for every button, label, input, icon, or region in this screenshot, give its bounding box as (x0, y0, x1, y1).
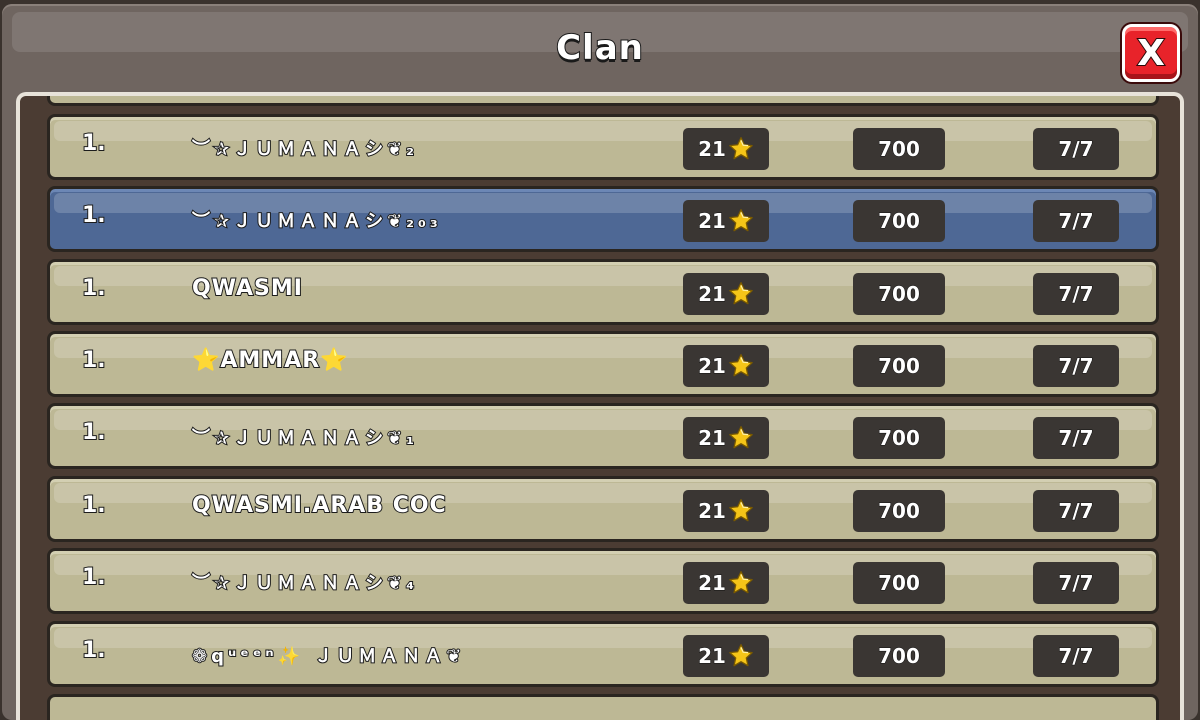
stars-value: 21 (698, 644, 727, 669)
trophies-pill: 700 (853, 562, 945, 604)
trophies-pill: 700 (853, 128, 945, 170)
member-row[interactable]: 1. ❁qᵘᵉᵉⁿ✨ ＪＵＭＡＮＡ❦ 21 700 7/7 (47, 621, 1159, 687)
close-icon: X (1136, 32, 1166, 75)
member-rank: 1. (81, 419, 107, 446)
trophies-value: 700 (878, 571, 921, 596)
stars-pill: 21 (683, 635, 769, 677)
member-name: ❁qᵘᵉᵉⁿ✨ ＪＵＭＡＮＡ❦ (191, 645, 466, 668)
trophies-pill: 700 (853, 635, 945, 677)
trophies-value: 700 (878, 354, 921, 379)
attacks-value: 7/7 (1058, 571, 1094, 596)
stars-value: 21 (698, 571, 727, 596)
star-icon (729, 570, 753, 594)
member-name: ︶✰ＪＵＭＡＮＡシ❦₄ (191, 572, 419, 595)
stars-pill: 21 (683, 562, 769, 604)
trophies-value: 700 (878, 426, 921, 451)
attacks-pill: 7/7 (1033, 345, 1119, 387)
member-rank: 1. (81, 637, 107, 664)
window-title: Clan (555, 27, 644, 69)
star-icon (729, 281, 753, 305)
attacks-value: 7/7 (1058, 499, 1094, 524)
stars-pill: 21 (683, 128, 769, 170)
member-row[interactable]: 1. ︶✰ＪＵＭＡＮＡシ❦₄ 21 700 7/7 (47, 548, 1159, 614)
member-rank: 1. (81, 347, 107, 374)
stars-pill: 21 (683, 490, 769, 532)
star-icon (729, 425, 753, 449)
star-icon (729, 353, 753, 377)
trophies-pill: 700 (853, 345, 945, 387)
stars-value: 21 (698, 137, 727, 162)
star-icon (729, 643, 753, 667)
attacks-value: 7/7 (1058, 354, 1094, 379)
member-row[interactable]: 1. ︶✰ＪＵＭＡＮＡシ❦₁ 21 700 7/7 (47, 403, 1159, 469)
star-icon (729, 498, 753, 522)
attacks-value: 7/7 (1058, 209, 1094, 234)
trophies-value: 700 (878, 209, 921, 234)
stars-pill: 21 (683, 200, 769, 242)
member-list[interactable]: 1. ︶✰ＪＵＭＡＮＡシ❦₂ 21 700 7/7 1. ︶✰ＪＵＭＡＮＡシ❦₂₀₃ 21 70… (20, 96, 1180, 720)
member-list-panel[interactable]: 1. ︶✰ＪＵＭＡＮＡシ❦₂ 21 700 7/7 1. ︶✰ＪＵＭＡＮＡシ❦₂₀₃ 21 70… (16, 92, 1184, 720)
member-rank: 1. (81, 130, 107, 157)
attacks-pill: 7/7 (1033, 128, 1119, 170)
member-rank: 1. (81, 275, 107, 302)
attacks-pill: 7/7 (1033, 490, 1119, 532)
member-rank: 1. (81, 492, 107, 519)
star-icon (729, 136, 753, 160)
trophies-pill: 700 (853, 200, 945, 242)
member-row[interactable]: 1. QWASMI 21 700 7/7 (47, 259, 1159, 325)
member-name: QWASMI.ARAB COC (191, 492, 447, 519)
member-name: ⭐AMMAR⭐ (191, 347, 349, 374)
stars-value: 21 (698, 282, 727, 307)
member-name: QWASMI (191, 275, 303, 302)
member-row[interactable]: 1. QWASMI.ARAB COC 21 700 7/7 (47, 476, 1159, 542)
attacks-value: 7/7 (1058, 282, 1094, 307)
attacks-pill: 7/7 (1033, 417, 1119, 459)
member-row[interactable]: 1. ⭐AMMAR⭐ 21 700 7/7 (47, 331, 1159, 397)
trophies-pill: 700 (853, 417, 945, 459)
member-name: ︶✰ＪＵＭＡＮＡシ❦₁ (191, 427, 419, 450)
star-icon (729, 208, 753, 232)
stars-pill: 21 (683, 273, 769, 315)
member-row[interactable]: 1. ︶✰ＪＵＭＡＮＡシ❦₂₀₃ 21 700 7/7 (47, 186, 1159, 252)
attacks-pill: 7/7 (1033, 562, 1119, 604)
attacks-pill: 7/7 (1033, 200, 1119, 242)
trophies-pill: 700 (853, 273, 945, 315)
stars-value: 21 (698, 354, 727, 379)
attacks-value: 7/7 (1058, 644, 1094, 669)
trophies-pill: 700 (853, 490, 945, 532)
stars-value: 21 (698, 426, 727, 451)
close-button[interactable]: X (1122, 24, 1180, 82)
list-row-partial-bottom (47, 694, 1159, 720)
member-name: ︶✰ＪＵＭＡＮＡシ❦₂ (191, 138, 419, 161)
stars-pill: 21 (683, 345, 769, 387)
stars-pill: 21 (683, 417, 769, 459)
attacks-value: 7/7 (1058, 137, 1094, 162)
member-rank: 1. (81, 202, 107, 229)
member-rank: 1. (81, 564, 107, 591)
member-name: ︶✰ＪＵＭＡＮＡシ❦₂₀₃ (191, 210, 442, 233)
trophies-value: 700 (878, 499, 921, 524)
attacks-value: 7/7 (1058, 426, 1094, 451)
trophies-value: 700 (878, 137, 921, 162)
attacks-pill: 7/7 (1033, 635, 1119, 677)
member-row[interactable]: 1. ︶✰ＪＵＭＡＮＡシ❦₂ 21 700 7/7 (47, 114, 1159, 180)
trophies-value: 700 (878, 282, 921, 307)
trophies-value: 700 (878, 644, 921, 669)
stars-value: 21 (698, 499, 727, 524)
list-row-partial-top (47, 96, 1159, 106)
stars-value: 21 (698, 209, 727, 234)
attacks-pill: 7/7 (1033, 273, 1119, 315)
